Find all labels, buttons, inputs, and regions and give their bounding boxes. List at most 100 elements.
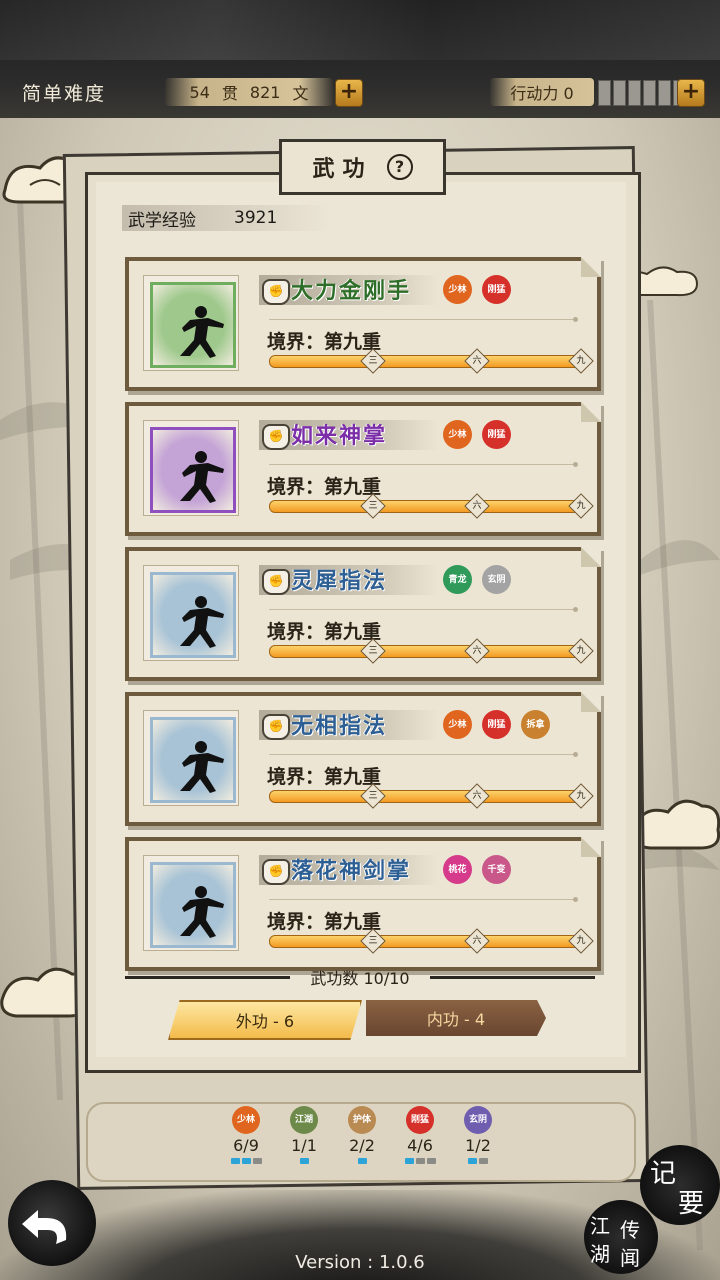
skill-count-row: 武功数 10/10 — [125, 965, 595, 988]
sect-badge: 少林 — [443, 275, 472, 304]
sect-badge: 少林 — [443, 710, 472, 739]
skill-card[interactable]: ✊ 落花神剑掌 桃花 千变 境界：第九重 三 六 九 — [125, 837, 601, 971]
money-guan: 54 — [189, 82, 210, 102]
sect-progress-item[interactable]: 护体 2/2 — [338, 1106, 386, 1164]
notes-char-2: 要 — [678, 1189, 705, 1219]
sect-count: 2/2 — [349, 1136, 375, 1155]
sect-badge: 刚猛 — [482, 420, 511, 449]
progress-node: 六 — [464, 928, 490, 954]
sect-badge: 少林 — [443, 420, 472, 449]
skill-portrait — [143, 565, 239, 661]
martial-exp-value: 3921 — [234, 208, 278, 228]
help-icon[interactable]: ? — [386, 154, 413, 180]
skill-tags: 少林 刚猛 — [443, 275, 511, 304]
divider — [269, 317, 578, 322]
tab-external-skills[interactable]: 外功 - 6 — [168, 1000, 362, 1040]
martial-exp-label: 武学经验 — [128, 210, 196, 231]
sect-progress-item[interactable]: 江湖 1/1 — [280, 1106, 328, 1164]
fist-icon: ✊ — [262, 424, 290, 450]
skill-tags: 桃花 千变 — [443, 855, 511, 884]
add-action-button[interactable]: + — [677, 79, 705, 107]
skill-card[interactable]: ✊ 无相指法 少林 刚猛 拆拿 境界：第九重 三 六 九 — [125, 692, 601, 826]
skill-name: 灵犀指法 — [291, 568, 388, 594]
skill-portrait — [143, 420, 239, 516]
fist-icon: ✊ — [262, 714, 290, 740]
progress-node: 九 — [568, 348, 594, 374]
divider — [269, 897, 578, 902]
martial-exp-row: 武学经验 3921 — [122, 205, 332, 231]
sect-badge: 刚猛 — [406, 1106, 434, 1134]
sect-count: 6/9 — [233, 1136, 259, 1155]
fist-icon: ✊ — [262, 569, 290, 595]
realm-progress-bar: 三 六 九 — [269, 348, 594, 374]
sect-badge: 江湖 — [290, 1106, 318, 1134]
version-label: Version : 1.0.6 — [295, 1252, 425, 1273]
page-corner-fold — [581, 837, 601, 857]
sect-badge: 拆拿 — [521, 710, 550, 739]
sect-pips — [280, 1158, 328, 1164]
sect-badge: 桃花 — [443, 855, 472, 884]
money-wen-unit: 文 — [292, 84, 309, 103]
sect-progress-item[interactable]: 刚猛 4/6 — [396, 1106, 444, 1164]
skill-name: 无相指法 — [291, 713, 388, 739]
skill-realm: 境界：第九重 — [267, 331, 382, 353]
page-corner-fold — [581, 402, 601, 422]
skill-realm: 境界：第九重 — [267, 766, 382, 788]
realm-progress-bar: 三 六 九 — [269, 638, 594, 664]
notes-char-1: 记 — [650, 1159, 677, 1189]
skill-card[interactable]: ✊ 如来神掌 少林 刚猛 境界：第九重 三 六 九 — [125, 402, 601, 536]
action-points-meter — [598, 80, 686, 106]
fist-icon: ✊ — [262, 279, 290, 305]
realm-progress-bar: 三 六 九 — [269, 493, 594, 519]
progress-node: 三 — [360, 638, 386, 664]
fist-icon: ✊ — [262, 859, 290, 885]
skill-name: 如来神掌 — [291, 423, 388, 449]
progress-node: 九 — [568, 493, 594, 519]
progress-node: 九 — [568, 928, 594, 954]
skill-realm: 境界：第九重 — [267, 621, 382, 643]
divider — [269, 607, 578, 612]
skill-card[interactable]: ✊ 大力金刚手 少林 刚猛 境界：第九重 三 六 九 — [125, 257, 601, 391]
sect-pips — [222, 1158, 270, 1164]
progress-node: 九 — [568, 638, 594, 664]
skill-realm: 境界：第九重 — [267, 476, 382, 498]
skill-realm: 境界：第九重 — [267, 911, 382, 933]
progress-node: 九 — [568, 783, 594, 809]
skill-name: 大力金刚手 — [291, 278, 412, 304]
panel-title-tab: 武功 ? — [279, 139, 446, 195]
skill-count: 武功数 10/10 — [310, 969, 410, 988]
sect-badge: 刚猛 — [482, 710, 511, 739]
skill-name: 落花神剑掌 — [291, 858, 412, 884]
progress-node: 六 — [464, 783, 490, 809]
progress-node: 六 — [464, 348, 490, 374]
progress-node: 三 — [360, 928, 386, 954]
sect-pips — [396, 1158, 444, 1164]
action-points-label: 行动力 0 — [490, 78, 594, 106]
skill-card[interactable]: ✊ 灵犀指法 青龙 玄阴 境界：第九重 三 六 九 — [125, 547, 601, 681]
realm-progress-bar: 三 六 九 — [269, 928, 594, 954]
sect-badge: 少林 — [232, 1106, 260, 1134]
page-corner-fold — [581, 547, 601, 567]
sect-progress-item[interactable]: 少林 6/9 — [222, 1106, 270, 1164]
sect-badge: 刚猛 — [482, 275, 511, 304]
skill-tags: 少林 刚猛 拆拿 — [443, 710, 550, 739]
sect-badge: 玄阴 — [482, 565, 511, 594]
skill-tags: 青龙 玄阴 — [443, 565, 511, 594]
sect-count: 1/1 — [291, 1136, 317, 1155]
progress-node: 六 — [464, 638, 490, 664]
sect-badge: 玄阴 — [464, 1106, 492, 1134]
notes-button[interactable]: 记 要 — [640, 1145, 720, 1225]
add-money-button[interactable]: + — [335, 79, 363, 107]
difficulty-label: 简单难度 — [22, 83, 107, 105]
tab-internal-skills[interactable]: 内功 - 4 — [366, 1000, 546, 1036]
progress-node: 三 — [360, 348, 386, 374]
sect-badge: 千变 — [482, 855, 511, 884]
progress-node: 三 — [360, 493, 386, 519]
sect-count: 4/6 — [407, 1136, 433, 1155]
top-status-bar: 简单难度 54 贯 821 文 + 行动力 0 + — [0, 0, 720, 118]
sect-pips — [454, 1158, 502, 1164]
sect-progress-item[interactable]: 玄阴 1/2 — [454, 1106, 502, 1164]
sect-pips — [338, 1158, 386, 1164]
panel-title: 武功 — [312, 156, 373, 182]
page-corner-fold — [581, 257, 601, 277]
